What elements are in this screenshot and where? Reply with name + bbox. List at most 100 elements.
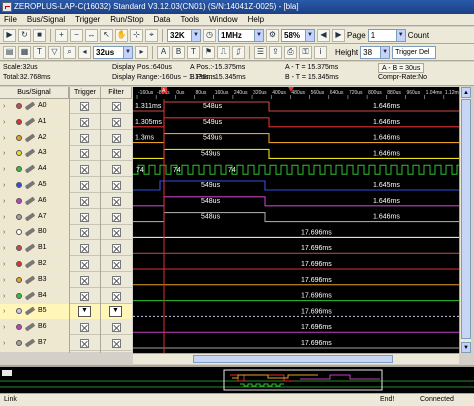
trigger-dont-care-icon[interactable]: [80, 133, 89, 143]
signal-row[interactable]: › B2: [0, 257, 132, 272]
bus-signal-cell[interactable]: › B1: [0, 241, 69, 257]
filter-cell[interactable]: [101, 162, 132, 177]
trigger-dont-care-icon[interactable]: [80, 228, 89, 238]
filter-cell[interactable]: [101, 99, 132, 114]
filter-dont-care-icon[interactable]: [112, 149, 121, 159]
trigger-dont-care-icon[interactable]: [80, 323, 89, 333]
trigger-dont-care-icon[interactable]: [80, 102, 89, 111]
pointer-icon[interactable]: ↖: [100, 28, 113, 42]
time-ruler[interactable]: -160us-80us0us80us160us240us320us400us48…: [133, 87, 459, 99]
bus-signal-header[interactable]: Bus/Signal: [0, 87, 69, 99]
run-icon[interactable]: ▶: [3, 28, 16, 42]
filter-cell[interactable]: [101, 178, 132, 193]
column-divider[interactable]: [69, 87, 70, 353]
height-select[interactable]: 38 ▼: [360, 45, 391, 59]
trigger-cell[interactable]: [70, 289, 100, 304]
bus-icon[interactable]: ▤: [3, 45, 16, 59]
filter-dont-care-icon[interactable]: [112, 212, 121, 222]
filter-header[interactable]: Filter: [101, 87, 132, 99]
horizontal-scrollbar[interactable]: [133, 353, 459, 364]
filter-cell[interactable]: [101, 289, 132, 304]
column-divider[interactable]: [100, 87, 101, 353]
signal-row[interactable]: › B3: [0, 272, 132, 288]
bus-signal-cell[interactable]: › A4: [0, 162, 69, 178]
hand-icon[interactable]: ✋: [115, 28, 128, 42]
filter-cell[interactable]: [101, 241, 132, 256]
filter-dont-care-icon[interactable]: [112, 260, 121, 269]
signal-row[interactable]: › A7: [0, 209, 132, 225]
arrow-right-icon[interactable]: ▸: [135, 45, 148, 59]
trigger-icon[interactable]: T: [187, 45, 200, 59]
bus-signal-cell[interactable]: › A7: [0, 209, 69, 225]
scroll-thumb[interactable]: [461, 99, 471, 339]
bus-signal-cell[interactable]: › A0: [0, 99, 69, 114]
trigger-dont-care-icon[interactable]: [80, 275, 89, 285]
trigger-cell[interactable]: [70, 115, 100, 130]
trigger-cell[interactable]: [70, 225, 100, 240]
frequency-select[interactable]: 1MHz ▼: [218, 28, 264, 42]
filter-dont-care-icon[interactable]: [112, 165, 121, 175]
stop-icon[interactable]: ■: [33, 28, 46, 42]
filter-cell[interactable]: [101, 336, 132, 351]
cursor-icon[interactable]: ⌖: [145, 28, 158, 42]
waveform-area[interactable]: 1.311ms 548us 1.646ms 1.305ms 549us 1.646ms 1.…: [133, 99, 459, 353]
trigger-cell[interactable]: [70, 162, 100, 177]
trigger-cell[interactable]: [70, 241, 100, 256]
timebase-select[interactable]: 32us ▼: [93, 45, 133, 59]
bus-signal-cell[interactable]: › B4: [0, 288, 69, 304]
menu-bus-signal[interactable]: Bus/Signal: [27, 15, 65, 24]
bus-signal-cell[interactable]: › A2: [0, 130, 69, 146]
info-icon[interactable]: i: [314, 45, 327, 59]
filter-cell[interactable]: [101, 257, 132, 272]
signal-row[interactable]: › B0: [0, 225, 132, 241]
filter-dont-care-icon[interactable]: [112, 181, 121, 190]
filter-dont-care-icon[interactable]: [112, 196, 121, 206]
grid-icon[interactable]: ▦: [18, 45, 31, 59]
signal-row[interactable]: › A0: [0, 99, 132, 114]
trigger-cell[interactable]: [70, 273, 100, 288]
trigger-dont-care-icon[interactable]: [80, 212, 89, 222]
trigger-cell[interactable]: [70, 210, 100, 225]
scroll-up-icon[interactable]: ▲: [461, 87, 471, 98]
filter-cell[interactable]: [101, 146, 132, 161]
filter-cell[interactable]: [101, 320, 132, 335]
trigger-dont-care-icon[interactable]: [80, 291, 89, 301]
memory-select[interactable]: 32K ▼: [167, 28, 201, 42]
filter-select[interactable]: ▼: [109, 306, 122, 318]
trigger-cell[interactable]: [70, 320, 100, 335]
settings-icon[interactable]: ⚙: [266, 28, 279, 42]
bus-signal-cell[interactable]: › B2: [0, 257, 69, 272]
signal-row[interactable]: › A6: [0, 193, 132, 209]
measure-icon[interactable]: ⊹: [130, 28, 143, 42]
trigger-cell[interactable]: [70, 131, 100, 146]
filter-dont-care-icon[interactable]: [112, 133, 121, 143]
trigger-dont-care-icon[interactable]: [80, 181, 89, 190]
bus-signal-cell[interactable]: › B7: [0, 336, 69, 351]
trigger-select[interactable]: ▼: [78, 306, 91, 318]
filter-dont-care-icon[interactable]: [112, 339, 121, 348]
bus-signal-cell[interactable]: › A1: [0, 114, 69, 130]
trigger-cell[interactable]: ▼: [70, 304, 100, 320]
page-select[interactable]: 1 ▼: [367, 28, 406, 42]
menu-tools[interactable]: Tools: [180, 15, 199, 24]
search-icon[interactable]: ⌕: [63, 45, 76, 59]
menu-help[interactable]: Help: [248, 15, 264, 24]
page-prev-icon[interactable]: ◀: [317, 28, 330, 42]
bus-signal-cell[interactable]: › B0: [0, 225, 69, 241]
signal-row[interactable]: › B1: [0, 241, 132, 257]
edge-fall-icon[interactable]: ⎎: [232, 45, 245, 59]
print-icon[interactable]: ⎙: [284, 45, 297, 59]
trigger-dont-care-icon[interactable]: [80, 149, 89, 159]
filter-dont-care-icon[interactable]: [112, 291, 121, 301]
trigger-delay-button[interactable]: Trigger Del: [392, 45, 437, 59]
signal-row[interactable]: › B7: [0, 336, 132, 351]
clock-icon[interactable]: ◷: [203, 28, 216, 42]
trigger-cell[interactable]: [70, 194, 100, 209]
menu-window[interactable]: Window: [209, 15, 237, 24]
zoom-out-icon[interactable]: −: [70, 28, 83, 42]
trigger-cell[interactable]: [70, 99, 100, 114]
menu-file[interactable]: File: [4, 15, 17, 24]
zoom-in-icon[interactable]: +: [55, 28, 68, 42]
bus-signal-cell[interactable]: › B3: [0, 272, 69, 288]
export-icon[interactable]: ⇪: [269, 45, 282, 59]
